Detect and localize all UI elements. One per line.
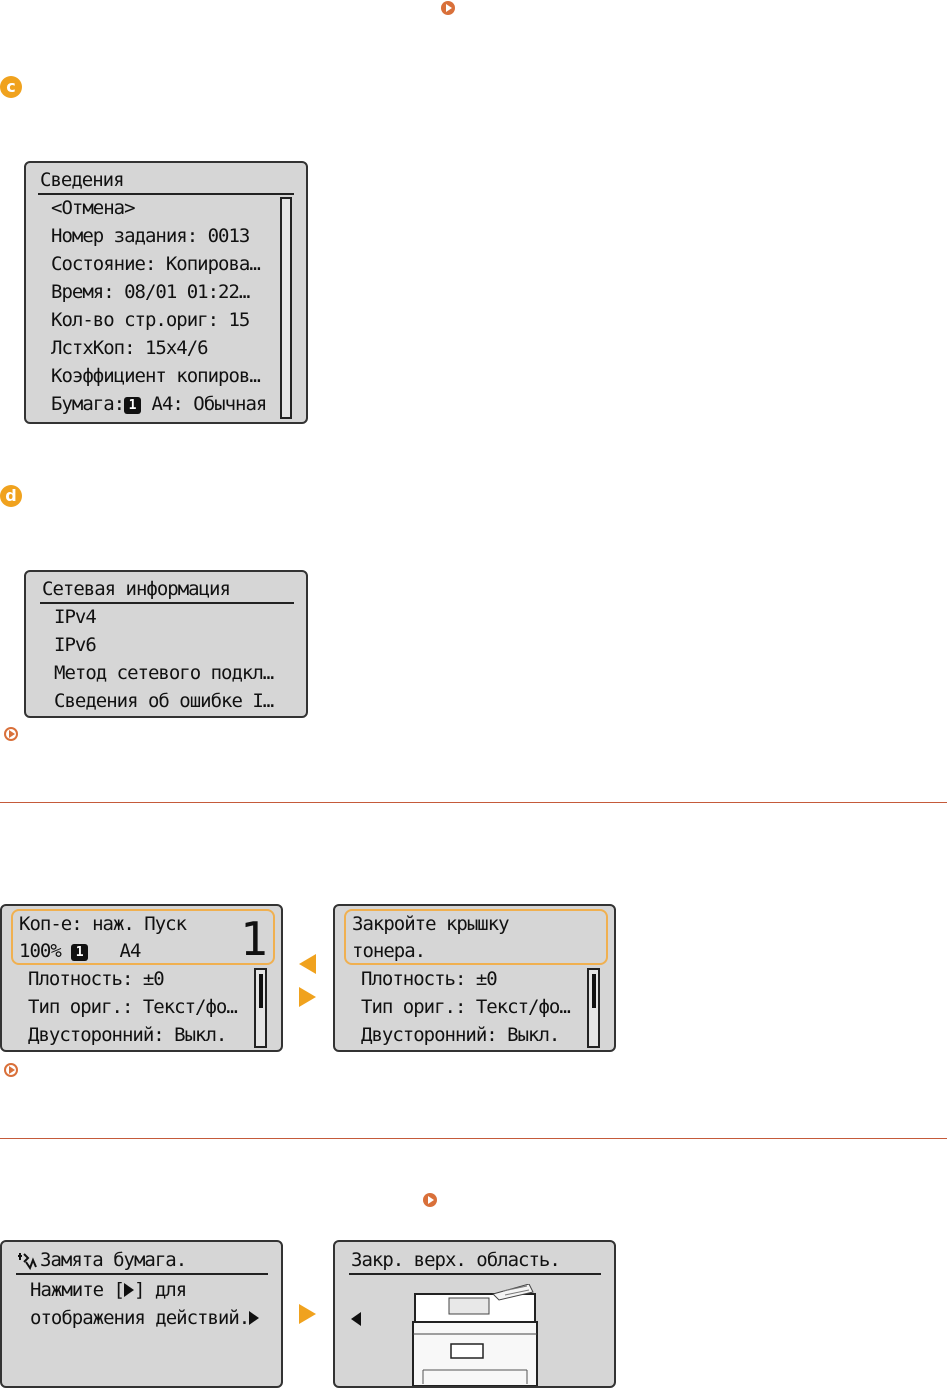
instruction-text-line2: отображения действий. — [30, 1307, 250, 1329]
copy-scrollbar[interactable] — [254, 968, 267, 1048]
toner-scrollbar[interactable] — [587, 968, 600, 1048]
next-page-arrow-icon[interactable] — [249, 1311, 260, 1325]
paper-label: Бумага: — [51, 393, 125, 415]
paper-tray-icon: 1 — [124, 397, 142, 414]
toner-item-duplex[interactable]: Двусторонний: Выкл. — [361, 1024, 560, 1046]
toner-message-line1: Закройте крышку — [352, 913, 510, 935]
toner-scrollbar-thumb[interactable] — [592, 974, 596, 1008]
network-lcd-screen: Сетевая информация IPv4 IPv6 Метод сетев… — [24, 570, 308, 718]
instruction-text-start: Нажмите [ — [30, 1279, 125, 1301]
network-title: Сетевая информация — [42, 578, 231, 600]
top-area-lcd-screen: Закр. верх. область. — [333, 1240, 616, 1388]
paper-jam-lcd-screen: Замята бумага. Нажмите [ ] для отображени… — [0, 1240, 283, 1388]
link-arrow-icon[interactable] — [4, 727, 18, 741]
toner-item-density[interactable]: Плотность: ±0 — [361, 968, 498, 990]
toner-lcd-screen: Закройте крышку тонера. Плотность: ±0 Ти… — [333, 904, 616, 1052]
paper-jam-instruction-line2: отображения действий. — [30, 1307, 260, 1329]
paper-jam-icon — [18, 1253, 37, 1271]
paper-jam-title: Замята бумага. — [40, 1249, 187, 1271]
details-scrollbar[interactable] — [280, 197, 292, 419]
section-divider — [0, 1138, 947, 1139]
network-item-error-info[interactable]: Сведения об ошибке I… — [54, 690, 274, 712]
paper-jam-title-underline — [16, 1273, 268, 1275]
section-divider — [0, 802, 947, 803]
paper-size: A4 — [119, 940, 142, 962]
details-title: Сведения — [40, 169, 125, 191]
link-arrow-icon[interactable] — [441, 1, 455, 15]
step-c-badge: c — [0, 76, 22, 98]
details-item-job-number: Номер задания: 0013 — [51, 225, 250, 247]
copy-item-density[interactable]: Плотность: ±0 — [28, 968, 165, 990]
details-title-underline — [38, 193, 294, 195]
arrow-right-key-icon — [123, 1283, 134, 1297]
network-title-underline — [40, 602, 294, 604]
details-item-paper: Бумага: 1 A4: Обычная — [51, 393, 268, 415]
details-item-time: Время: 08/01 01:22… — [51, 281, 250, 303]
details-item-sheets: ЛстхКоп: 15x4/6 — [51, 337, 209, 359]
paper-value: A4: Обычная — [151, 393, 268, 415]
arrow-right-icon — [299, 1304, 316, 1324]
tray-icon: 1 — [71, 944, 89, 961]
arrow-right-icon — [299, 987, 316, 1007]
link-arrow-icon[interactable] — [423, 1193, 437, 1207]
copy-item-original-type[interactable]: Тип ориг.: Текст/фо… — [28, 996, 238, 1018]
network-item-ipv6[interactable]: IPv6 — [54, 634, 97, 656]
details-item-status: Состояние: Копирова… — [51, 253, 261, 275]
paper-jam-instruction-line1: Нажмите [ ] для — [30, 1279, 187, 1301]
copies-count: 1 — [240, 912, 268, 966]
network-item-ipv4[interactable]: IPv4 — [54, 606, 97, 628]
instruction-text-end: ] для — [133, 1279, 187, 1301]
details-item-cancel[interactable]: <Отмена> — [51, 197, 136, 219]
step-d-badge: d — [0, 485, 22, 507]
link-arrow-icon[interactable] — [4, 1063, 18, 1077]
previous-page-arrow-icon[interactable] — [351, 1312, 361, 1326]
arrow-left-icon — [299, 954, 316, 974]
details-item-original-pages: Кол-во стр.ориг: 15 — [51, 309, 250, 331]
top-area-title-underline — [349, 1273, 601, 1275]
copy-item-duplex[interactable]: Двусторонний: Выкл. — [28, 1024, 227, 1046]
details-lcd-screen: Сведения <Отмена> Номер задания: 0013 Со… — [24, 161, 308, 424]
details-item-copy-ratio: Коэффициент копиров… — [51, 365, 261, 387]
copy-scrollbar-thumb[interactable] — [259, 974, 263, 1008]
copy-lcd-screen: Коп-е: наж. Пуск 100% 1 A4 1 Плотность: … — [0, 904, 283, 1052]
copy-settings-line: 100% 1 A4 — [19, 940, 142, 962]
network-item-connection-method[interactable]: Метод сетевого подкл… — [54, 662, 274, 684]
printer-illustration-icon — [412, 1284, 538, 1386]
toner-message-line2: тонера. — [352, 940, 426, 962]
top-area-title: Закр. верх. область. — [351, 1249, 561, 1271]
toner-item-original-type[interactable]: Тип ориг.: Текст/фо… — [361, 996, 571, 1018]
copy-status-line: Коп-е: наж. Пуск — [19, 913, 187, 935]
zoom-value: 100% — [19, 940, 62, 962]
